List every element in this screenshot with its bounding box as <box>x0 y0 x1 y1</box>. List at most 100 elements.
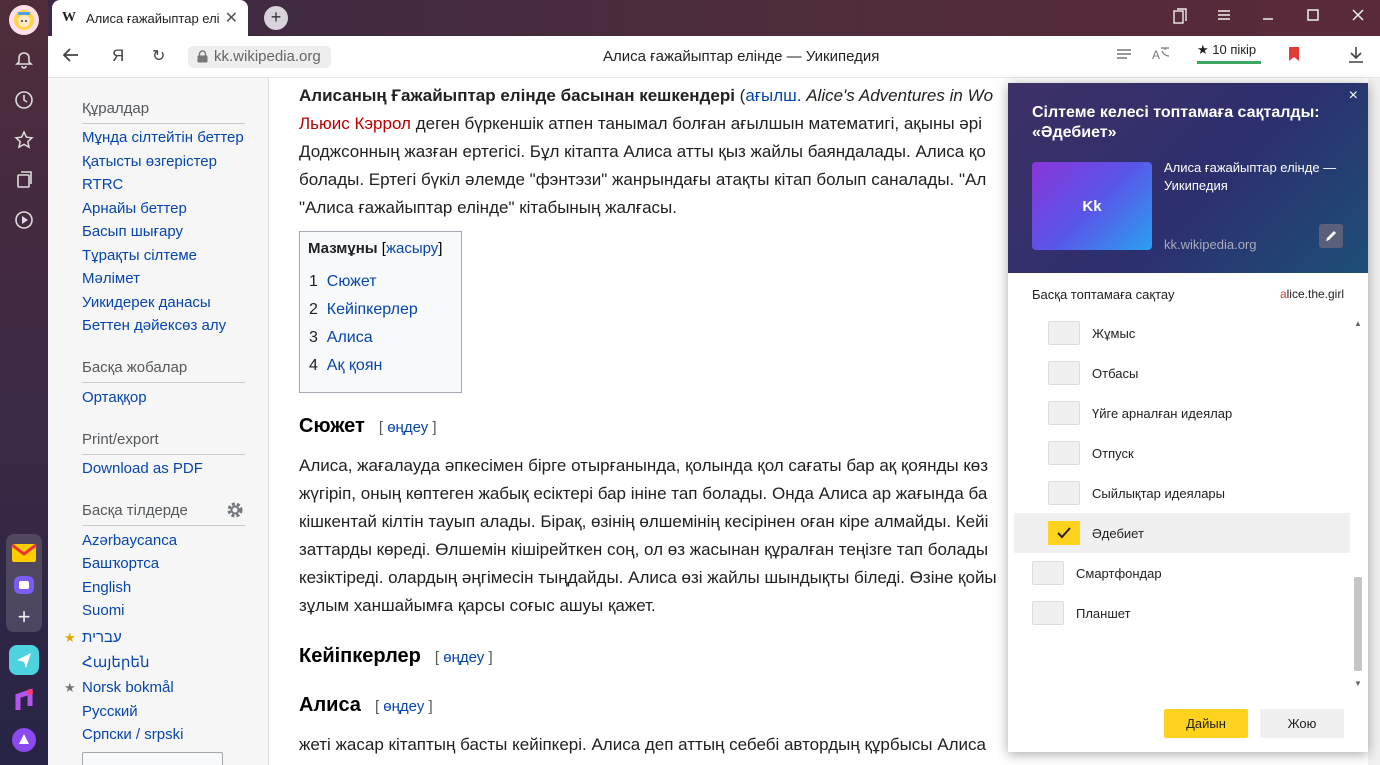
sidebar-link[interactable]: Download as PDF <box>82 460 203 477</box>
sidebar-link[interactable]: Мәлімет <box>82 270 140 287</box>
yandex-logo-icon[interactable]: Я <box>112 46 124 66</box>
folder-item[interactable]: Отпуск <box>1092 446 1134 461</box>
lang-link[interactable]: עברית <box>82 629 122 646</box>
tab-close-icon[interactable]: ✕ <box>225 8 238 28</box>
sidebar-link[interactable]: Қатысты өзгерістер <box>82 153 217 170</box>
lang-link[interactable]: English <box>82 579 131 596</box>
lang-abbr-link[interactable]: ағылш. <box>745 86 801 105</box>
folder-item[interactable]: Отбасы <box>1092 366 1138 381</box>
page-scrollbar[interactable] <box>1368 78 1380 765</box>
saved-page-title: Алиса ғажайыптар елінде — Уикипедия <box>1164 160 1337 193</box>
popup-close-icon[interactable]: × <box>1349 87 1358 105</box>
reload-icon[interactable]: ↻ <box>152 46 165 66</box>
add-app-icon[interactable]: + <box>9 602 39 632</box>
saved-page-url: kk.wikipedia.org <box>1164 237 1257 252</box>
menu-icon[interactable] <box>1214 8 1234 24</box>
remove-button[interactable]: Жою <box>1260 709 1344 738</box>
messenger-icon[interactable] <box>9 570 39 600</box>
sidebar-link[interactable]: Беттен дәйексөз алу <box>82 317 226 334</box>
gear-icon[interactable] <box>226 501 244 524</box>
minimize-icon[interactable] <box>1258 8 1278 24</box>
wiki-sidebar: Құралдар Мұнда сілтейтін беттер Қатысты … <box>48 78 269 765</box>
folder-item[interactable]: Смартфондар <box>1076 566 1162 581</box>
maximize-icon[interactable] <box>1303 8 1323 24</box>
folder-item[interactable]: Үйге арналған идеялар <box>1092 406 1232 421</box>
address-bar: Я ↻ kk.wikipedia.org Алиса ғажайыптар ел… <box>48 36 1380 78</box>
collections-icon[interactable] <box>12 168 36 192</box>
toc-item[interactable]: 1 Сюжет <box>309 273 377 291</box>
lock-icon <box>197 50 208 63</box>
scroll-up-icon[interactable]: ▲ <box>1354 319 1362 328</box>
bell-icon[interactable] <box>12 48 36 72</box>
folder-list-scrollbar[interactable]: ▲ ▼ <box>1352 315 1364 691</box>
sidebar-link[interactable]: Тұрақты сілтеме <box>82 247 197 264</box>
edit-pencil-icon[interactable] <box>1319 224 1343 248</box>
sidebar-link[interactable]: Басып шығару <box>82 223 183 240</box>
mail-icon[interactable] <box>9 538 39 568</box>
new-tab-button[interactable]: + <box>264 6 288 30</box>
plot-line: Алиса, жағалауда әпкесімен бірге отырған… <box>299 456 989 475</box>
plot-line: кезіктіреді. олардың әңгімесін тыңдайды.… <box>299 568 997 587</box>
lang-link[interactable]: Հայերեն <box>82 653 149 671</box>
sidebar-link[interactable]: RTRC <box>82 176 123 193</box>
edit-link[interactable]: [ өңдеу ] <box>375 698 433 715</box>
reader-mode-icon[interactable] <box>1116 46 1132 67</box>
edit-link[interactable]: [ өңдеу ] <box>379 419 437 436</box>
alice-assistant-icon[interactable] <box>9 725 39 755</box>
url-field[interactable]: kk.wikipedia.org <box>188 46 331 68</box>
back-arrow-icon[interactable] <box>62 46 80 69</box>
author-link[interactable]: Льюис Кэррол <box>299 114 411 133</box>
toc-item[interactable]: 3 Алиса <box>309 329 373 347</box>
lang-link[interactable]: Башҡортса <box>82 555 159 572</box>
intro-line-4: болады. Ертегі бүкіл әлемде "фэнтэзи" жа… <box>299 170 987 189</box>
translate-icon[interactable]: A <box>1152 46 1170 65</box>
bookmark-icon[interactable] <box>1288 46 1300 67</box>
folder-item[interactable]: Жұмыс <box>1092 326 1135 341</box>
tab-active[interactable]: W Алиса ғажайыптар елін ✕ <box>52 0 248 36</box>
history-clock-icon[interactable] <box>12 88 36 112</box>
toc-item[interactable]: 4 Ақ қоян <box>309 357 382 375</box>
download-icon[interactable] <box>1348 46 1364 69</box>
done-button[interactable]: Дайын <box>1164 709 1248 738</box>
toc-hide-link[interactable]: жасыру <box>386 240 438 257</box>
reviews-badge[interactable]: ★ 10 пікір <box>1197 42 1261 64</box>
scrollbar-thumb[interactable] <box>1354 577 1362 671</box>
toc-item[interactable]: 2 Кейіпкерлер <box>309 301 418 319</box>
lang-link[interactable]: Русский <box>82 703 138 720</box>
bookmark-tabs-icon[interactable] <box>1170 8 1190 27</box>
sidebar-link[interactable]: Уикидерек данасы <box>82 294 211 311</box>
music-app-icon[interactable] <box>9 686 39 716</box>
sidebar-link[interactable]: Ортаққор <box>82 389 147 406</box>
plot-line: заттарды көреді. Өлшемін кішірейткен соң… <box>299 540 989 559</box>
lang-link[interactable]: Српски / srpski <box>82 726 183 743</box>
lang-link[interactable]: Norsk bokmål <box>82 679 174 696</box>
section-heading-characters: Кейіпкерлер[ өңдеу ] <box>299 645 493 667</box>
lang-link[interactable]: Suomi <box>82 602 125 619</box>
sidebar-link[interactable]: Арнайы беттер <box>82 200 187 217</box>
plot-line: зұлым ханшайымға қарсы соғыс ашуы қажет. <box>299 596 656 615</box>
send-app-icon[interactable] <box>9 645 39 675</box>
folder-item[interactable]: Планшет <box>1076 606 1131 621</box>
video-play-icon[interactable] <box>12 208 36 232</box>
alice-text: жеті жасар кітаптың басты кейіпкері. Али… <box>299 735 986 754</box>
print-heading: Print/export <box>82 431 245 455</box>
folder-icon <box>1032 561 1064 585</box>
scroll-down-icon[interactable]: ▼ <box>1354 679 1362 688</box>
checkmark-icon <box>1048 521 1080 545</box>
folder-icon <box>1048 321 1080 345</box>
user-name[interactable]: alice.the.girl <box>1280 287 1344 301</box>
browser-sidebar: + <box>0 0 48 765</box>
toc-header: Мазмұны [жасыру] <box>308 240 443 257</box>
profile-avatar[interactable] <box>9 5 39 35</box>
page-title: Алиса ғажайыптар елінде — Уикипедия <box>603 48 880 65</box>
url-text: kk.wikipedia.org <box>214 48 321 65</box>
plot-line: жүгіріп, оның көптеген жабық есіктері ба… <box>299 484 988 503</box>
sidebar-link[interactable]: Мұнда сілтейтін беттер <box>82 129 244 146</box>
folder-item-selected[interactable]: Әдебиет <box>1014 513 1350 553</box>
more-langs-button[interactable] <box>82 752 223 765</box>
close-window-icon[interactable] <box>1348 8 1368 24</box>
lang-link[interactable]: Azərbaycanca <box>82 532 177 549</box>
star-icon[interactable] <box>12 128 36 152</box>
edit-link[interactable]: [ өңдеу ] <box>435 649 493 666</box>
folder-item[interactable]: Сыйлықтар идеялары <box>1092 486 1225 501</box>
